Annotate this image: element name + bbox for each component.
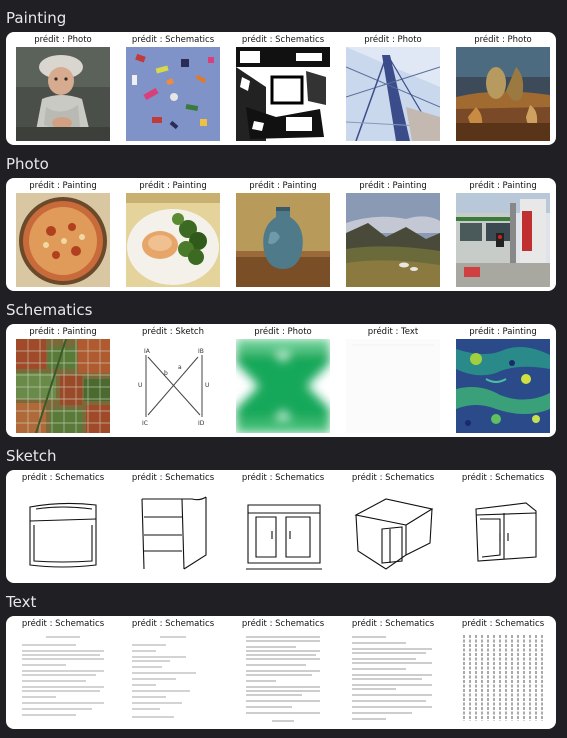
result-item[interactable]: prédit : Sketch IA IB IC ID U U b a	[118, 327, 228, 433]
painting-abstract-shapes-image	[126, 47, 220, 141]
results-card-schematics: prédit : Painting prédit: Sketch IA IB …	[6, 324, 556, 437]
prediction-label: prédit : Schematics	[131, 473, 215, 483]
diagram-label: U	[205, 382, 209, 389]
prediction-label: prédit : Photo	[34, 35, 92, 45]
prediction-label: prédit : Schematics	[131, 35, 215, 45]
sketch-cabinet-front-image	[16, 485, 110, 579]
painting-child-portrait-image	[16, 47, 110, 141]
schematics-blank-image	[346, 339, 440, 433]
prediction-label: prédit : Schematics	[131, 619, 215, 629]
text-dense-columns-image	[456, 631, 550, 725]
section-title-painting: Painting	[6, 9, 67, 27]
results-card-photo: prédit : Painting prédit : Painting préd…	[6, 178, 556, 291]
section-title-photo: Photo	[6, 155, 49, 173]
result-item[interactable]: prédit : Painting	[338, 181, 448, 287]
prediction-label: prédit : Photo	[364, 35, 422, 45]
result-item[interactable]: prédit : Photo	[448, 35, 558, 141]
prediction-label: prédit : Painting	[29, 181, 97, 191]
result-item[interactable]: prédit : Painting	[228, 181, 338, 287]
photo-mountain-landscape-image	[346, 193, 440, 287]
schematics-cross-diagram-image: IA IB IC ID U U b a	[126, 339, 220, 433]
prediction-label: prédit : Painting	[139, 181, 207, 191]
result-item[interactable]: prédit : Schematics	[118, 619, 228, 725]
result-item[interactable]: prédit : Painting	[8, 327, 118, 433]
result-item[interactable]: prédit : Photo	[228, 327, 338, 433]
text-document-page-image	[346, 631, 440, 725]
prediction-label: prédit : Schematics	[461, 473, 545, 483]
prediction-label: prédit : Schematics	[351, 619, 435, 629]
painting-bw-room-image	[236, 47, 330, 141]
photo-street-storefront-image	[456, 193, 550, 287]
sketch-cupboard-image	[236, 485, 330, 579]
result-item[interactable]: prédit : Schematics	[228, 35, 338, 141]
diagram-label: a	[178, 364, 182, 371]
result-item[interactable]: prédit : Schematics	[118, 35, 228, 141]
diagram-label: IB	[198, 348, 204, 355]
schematics-aerial-map-image	[16, 339, 110, 433]
results-card-text: prédit : Schematics prédit : Schematics	[6, 616, 556, 729]
painting-surreal-landscape-image	[456, 47, 550, 141]
prediction-label: prédit : Schematics	[241, 35, 325, 45]
results-card-painting: prédit : Photo prédit : Schematics prédi…	[6, 32, 556, 145]
prediction-label: prédit : Schematics	[21, 473, 105, 483]
result-item[interactable]: prédit : Painting	[448, 327, 558, 433]
result-item[interactable]: prédit : Text	[338, 327, 448, 433]
prediction-label: prédit : Schematics	[21, 619, 105, 629]
diagram-label: ID	[198, 420, 205, 427]
text-document-page-image	[236, 631, 330, 725]
prediction-label: prédit : Schematics	[241, 473, 325, 483]
result-item[interactable]: prédit : Schematics	[118, 473, 228, 579]
prediction-label: prédit : Sketch	[142, 327, 204, 337]
prediction-label: prédit : Painting	[469, 327, 537, 337]
photo-blue-vase-image	[236, 193, 330, 287]
result-item[interactable]: prédit : Painting	[8, 181, 118, 287]
text-document-page-image	[126, 631, 220, 725]
painting-construction-lines-image	[346, 47, 440, 141]
section-title-sketch: Sketch	[6, 447, 57, 465]
diagram-label: b	[164, 370, 168, 377]
result-item[interactable]: prédit : Painting	[118, 181, 228, 287]
section-title-schematics: Schematics	[6, 301, 93, 319]
prediction-label: prédit : Photo	[474, 35, 532, 45]
results-card-sketch: prédit : Schematics prédit : Schematics	[6, 470, 556, 583]
sketch-wardrobe-image	[456, 485, 550, 579]
result-item[interactable]: prédit : Painting	[448, 181, 558, 287]
result-item[interactable]: prédit : Schematics	[8, 473, 118, 579]
result-item[interactable]: prédit : Schematics	[338, 473, 448, 579]
result-item[interactable]: prédit : Schematics	[228, 473, 338, 579]
diagram-label: IA	[144, 348, 151, 355]
prediction-label: prédit : Text	[367, 327, 419, 337]
sketch-perspective-box-image	[346, 485, 440, 579]
schematics-heatmap-image	[456, 339, 550, 433]
prediction-label: prédit : Painting	[359, 181, 427, 191]
result-item[interactable]: prédit : Photo	[338, 35, 448, 141]
result-item[interactable]: prédit : Schematics	[338, 619, 448, 725]
prediction-label: prédit : Schematics	[351, 473, 435, 483]
result-item[interactable]: prédit : Schematics	[228, 619, 338, 725]
prediction-label: prédit : Painting	[249, 181, 317, 191]
prediction-label: prédit : Photo	[254, 327, 312, 337]
photo-pizza-image	[16, 193, 110, 287]
result-item[interactable]: prédit : Schematics	[448, 619, 558, 725]
diagram-label: IC	[142, 420, 148, 427]
sketch-drawers-image	[126, 485, 220, 579]
prediction-label: prédit : Schematics	[461, 619, 545, 629]
text-document-page-image	[16, 631, 110, 725]
section-title-text: Text	[6, 593, 37, 611]
result-item[interactable]: prédit : Schematics	[8, 619, 118, 725]
result-item[interactable]: prédit : Photo	[8, 35, 118, 141]
prediction-label: prédit : Schematics	[241, 619, 325, 629]
schematics-green-blur-image	[236, 339, 330, 433]
prediction-label: prédit : Painting	[29, 327, 97, 337]
result-item[interactable]: prédit : Schematics	[448, 473, 558, 579]
photo-plate-broccoli-image	[126, 193, 220, 287]
diagram-label: U	[138, 382, 142, 389]
prediction-label: prédit : Painting	[469, 181, 537, 191]
